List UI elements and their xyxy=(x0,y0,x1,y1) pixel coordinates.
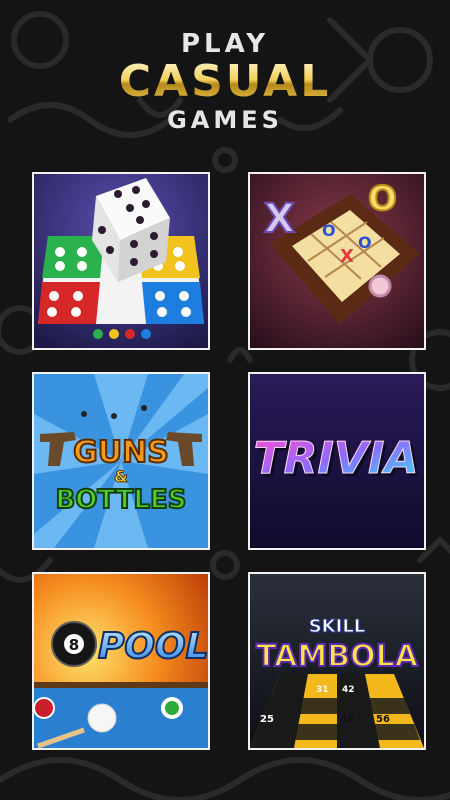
tambola-number-42: 42 xyxy=(342,685,355,695)
board-cell-4: X xyxy=(340,246,354,267)
red-ball-icon xyxy=(34,697,55,719)
eight-ball-number: 8 xyxy=(69,636,79,654)
title-trivia: TRIVIA xyxy=(254,433,419,484)
page-header: PLAY CASUAL GAMES xyxy=(0,28,450,136)
board-cell-5: O xyxy=(358,233,372,252)
title-bottles: BOTTLES xyxy=(55,485,186,515)
header-games: GAMES xyxy=(167,106,283,134)
ludo-icon xyxy=(34,174,208,348)
spiral-candy-icon xyxy=(368,274,392,298)
game-tile-guns-bottles[interactable]: GUNS & BOTTLES xyxy=(32,372,210,550)
tambola-art: 31 42 25 46 56 SKILL TAMBOLA xyxy=(250,574,424,748)
game-tile-ludo[interactable] xyxy=(32,172,210,350)
title-pool: POOL xyxy=(98,626,208,667)
cue-ball-icon xyxy=(87,703,117,733)
title-amp: & xyxy=(114,467,128,486)
title-tambola: TAMBOLA xyxy=(256,639,419,674)
title-guns: GUNS xyxy=(73,435,169,470)
trivia-art: TRIVIA TRIVIA xyxy=(250,374,424,548)
tic-tac-toe-icon: O X O X O xyxy=(250,174,424,348)
pool-art: 8 POOL xyxy=(34,574,208,748)
tambola-number-56: 56 xyxy=(376,714,390,725)
piece-o: O xyxy=(368,179,397,219)
game-tile-trivia[interactable]: TRIVIA TRIVIA xyxy=(248,372,426,550)
game-tile-pool[interactable]: 8 POOL xyxy=(32,572,210,750)
tambola-number-25: 25 xyxy=(260,714,274,725)
header-casual: CASUAL xyxy=(0,60,450,104)
tambola-number-46: 46 xyxy=(340,714,354,725)
piece-x: X xyxy=(264,196,295,242)
guns-bottles-art: GUNS & BOTTLES xyxy=(34,374,208,548)
board-cell-0: O xyxy=(322,221,336,240)
game-tile-tambola[interactable]: 31 42 25 46 56 SKILL TAMBOLA xyxy=(248,572,426,750)
title-skill: SKILL xyxy=(309,616,366,637)
tambola-number-31: 31 xyxy=(316,685,329,695)
game-tile-tic-tac-toe[interactable]: O X O X O xyxy=(248,172,426,350)
